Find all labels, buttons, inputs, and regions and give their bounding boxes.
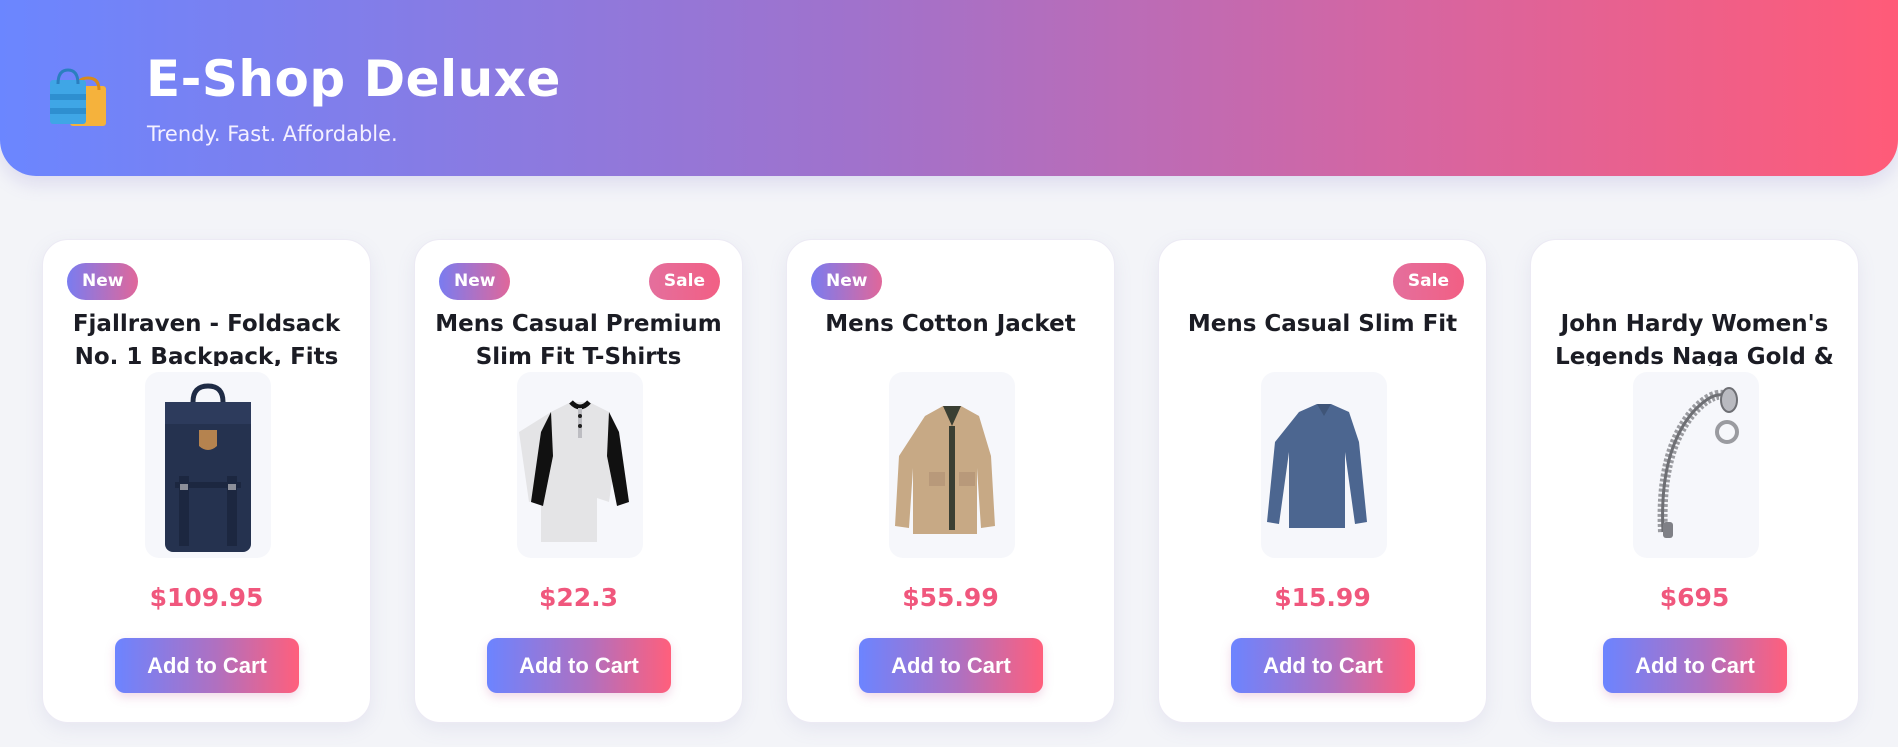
new-badge: New	[439, 263, 511, 300]
sale-badge: Sale	[1392, 263, 1464, 300]
new-badge: New	[67, 263, 139, 300]
product-card: Sale Mens Casual Slim Fit $15.99 Add to …	[1158, 239, 1487, 723]
add-to-cart-button[interactable]: Add to Cart	[115, 638, 299, 693]
add-to-cart-button[interactable]: Add to Cart	[487, 638, 671, 693]
product-card: New Sale Mens Casual Premium Slim Fit T-…	[414, 239, 743, 723]
add-to-cart-button[interactable]: Add to Cart	[859, 638, 1043, 693]
product-title[interactable]: Mens Cotton Jacket	[807, 308, 1094, 366]
backpack-image[interactable]	[145, 372, 271, 558]
product-price: $15.99	[1274, 583, 1371, 612]
product-title[interactable]: Mens Casual Slim Fit	[1179, 308, 1466, 366]
product-title[interactable]: Fjallraven - Foldsack No. 1 Backpack, Fi…	[63, 308, 350, 366]
add-to-cart-button[interactable]: Add to Cart	[1603, 638, 1787, 693]
site-header: E-Shop Deluxe Trendy. Fast. Affordable.	[0, 0, 1898, 176]
product-price: $55.99	[902, 583, 999, 612]
bracelet-image[interactable]	[1633, 372, 1759, 558]
product-grid: New Fjallraven - Foldsack No. 1 Backpack…	[42, 239, 1859, 723]
sale-badge: Sale	[648, 263, 720, 300]
site-tagline: Trendy. Fast. Affordable.	[147, 122, 398, 146]
product-card: New Fjallraven - Foldsack No. 1 Backpack…	[42, 239, 371, 723]
cotton-jacket-image[interactable]	[889, 372, 1015, 558]
raglan-tshirt-image[interactable]	[517, 372, 643, 558]
product-title[interactable]: Mens Casual Premium Slim Fit T-Shirts	[435, 308, 722, 366]
product-price: $109.95	[149, 583, 264, 612]
shopping-bags-icon	[44, 64, 112, 134]
add-to-cart-button[interactable]: Add to Cart	[1231, 638, 1415, 693]
product-price: $695	[1659, 583, 1730, 612]
product-title[interactable]: John Hardy Women's Legends Naga Gold & S…	[1551, 308, 1838, 366]
product-price: $22.3	[538, 583, 619, 612]
product-card: New Mens Cotton Jacket $55.99 Add to Car…	[786, 239, 1115, 723]
product-card: John Hardy Women's Legends Naga Gold & S…	[1530, 239, 1859, 723]
long-sleeve-shirt-image[interactable]	[1261, 372, 1387, 558]
new-badge: New	[811, 263, 883, 300]
site-title: E-Shop Deluxe	[146, 50, 561, 108]
